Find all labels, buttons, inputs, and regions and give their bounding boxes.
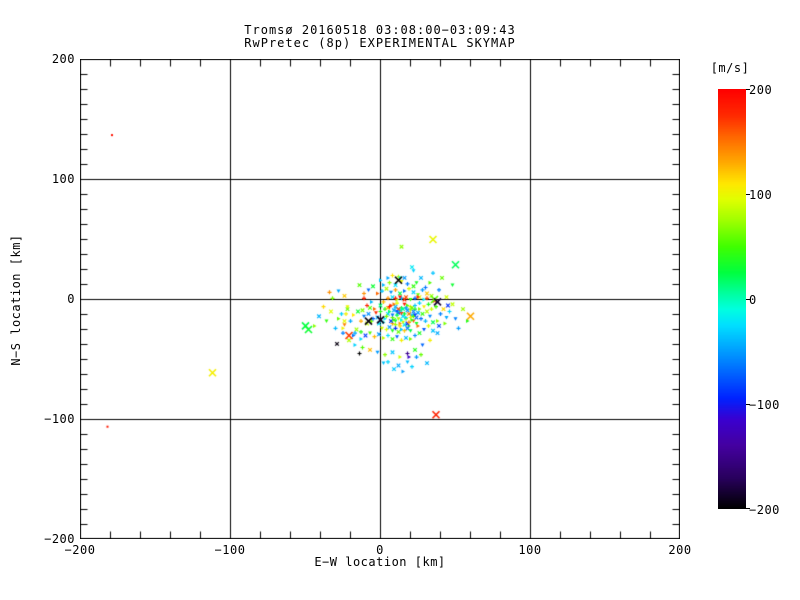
y-tick-label: −200 (44, 532, 75, 546)
colorbar-tick-label: −200 (749, 503, 780, 517)
colorbar-tick-label: 200 (749, 83, 773, 97)
skymap-canvas (80, 59, 680, 539)
colorbar-tick-label: 0 (749, 293, 757, 307)
colorbar-unit-label: [m/s] (710, 61, 750, 75)
colorbar-tick-mark (746, 194, 750, 195)
y-tick-label: −100 (44, 412, 75, 426)
colorbar (718, 89, 746, 509)
plot-title-line-1: Tromsø 20160518 03:08:00−03:09:43 (244, 23, 516, 37)
colorbar-tick-label: 100 (749, 188, 773, 202)
y-tick-label: 100 (51, 172, 75, 186)
y-tick-label: 0 (67, 292, 75, 306)
colorbar-tick-mark (746, 508, 750, 509)
colorbar-tick-mark (746, 299, 750, 300)
colorbar-tick-mark (746, 404, 750, 405)
skymap-figure: Tromsø 20160518 03:08:00−03:09:43 RwPret… (0, 0, 800, 600)
x-tick-label: −100 (214, 543, 246, 557)
colorbar-tick-label: −100 (749, 398, 780, 412)
plot-title-line-2: RwPretec (8p) EXPERIMENTAL SKYMAP (244, 36, 516, 50)
x-tick-label: 0 (376, 543, 384, 557)
plot-area (80, 59, 680, 539)
x-tick-label: 100 (518, 543, 542, 557)
colorbar-canvas (718, 89, 746, 509)
x-axis-label: E−W location [km] (314, 555, 446, 569)
colorbar-tick-mark (746, 89, 750, 90)
x-tick-label: 200 (668, 543, 692, 557)
y-tick-label: 200 (51, 52, 75, 66)
